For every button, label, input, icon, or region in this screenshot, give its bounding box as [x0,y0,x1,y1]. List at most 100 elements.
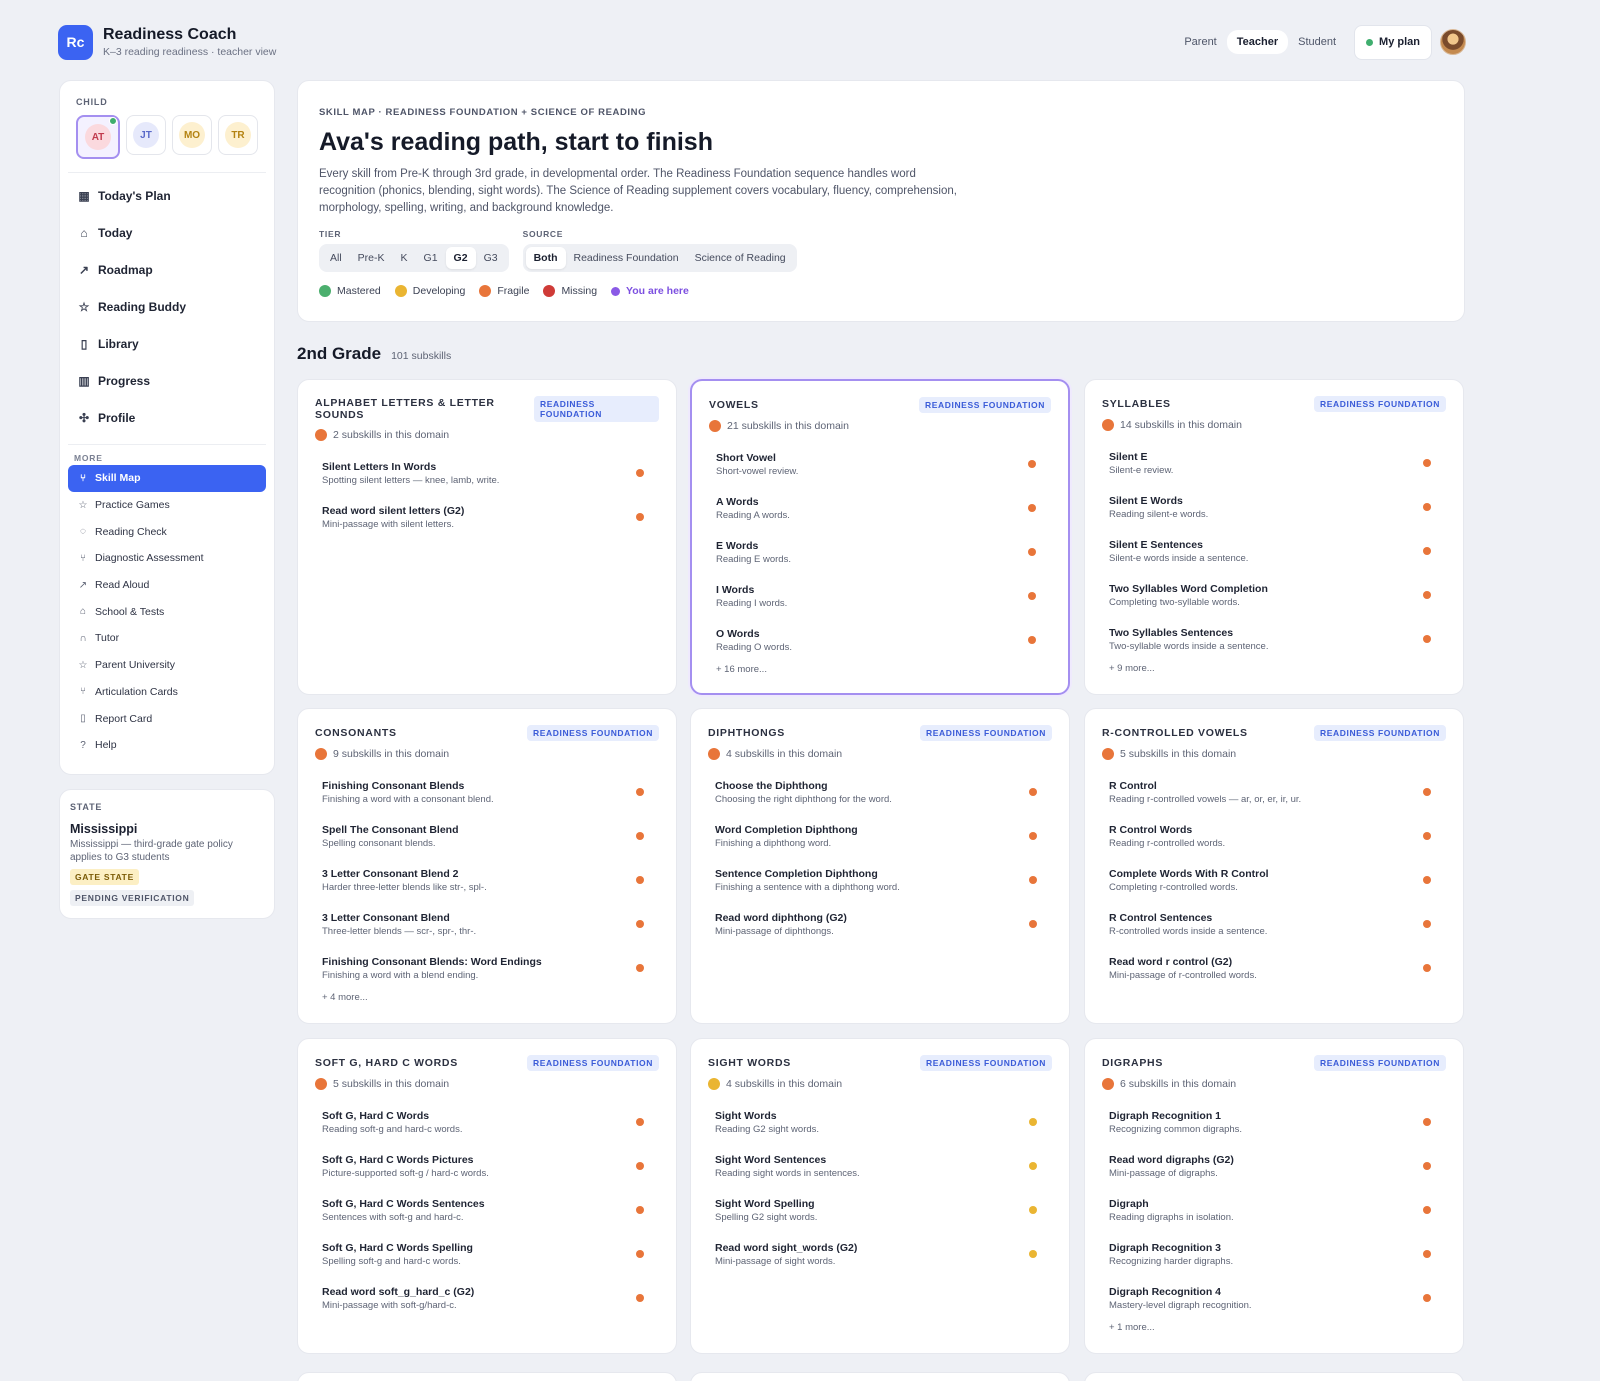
my-plan-button[interactable]: My plan [1354,24,1432,60]
sidebar-item-practice-games[interactable]: ☆ Practice Games [68,492,266,519]
tier-option-k[interactable]: K [393,247,416,269]
domain-card-digraphs[interactable]: DIGRAPHS READINESS FOUNDATION 6 subskills … [1084,1038,1464,1354]
sidebar-item-today[interactable]: ⌂ Today [68,214,266,251]
domain-card-soft-g-hard-c-words[interactable]: SOFT G, HARD C WORDS READINESS FOUNDATION… [297,1038,677,1354]
subskill-item[interactable]: 3 Letter Consonant Blend Three-letter ble… [315,902,659,946]
domain-card-r-controlled-vowels[interactable]: R-CONTROLLED VOWELS READINESS FOUNDATION 5… [1084,708,1464,1024]
subskill-item[interactable]: R Control Sentences R-controlled words in… [1102,902,1446,946]
tier-option-g1[interactable]: G1 [416,247,446,269]
sidebar-item-diagnostic-assessment[interactable]: ⑂ Diagnostic Assessment [68,545,266,572]
sidebar-item-reading-buddy[interactable]: ☆ Reading Buddy [68,288,266,325]
sidebar-item-library[interactable]: ▯ Library [68,325,266,362]
subskill-item[interactable]: Digraph Reading digraphs in isolation. [1102,1188,1446,1232]
subskill-item[interactable]: Digraph Recognition 3 Recognizing harder … [1102,1232,1446,1276]
sidebar-item-roadmap[interactable]: ↗ Roadmap [68,251,266,288]
sidebar-item-report-card[interactable]: ▯ Report Card [68,705,266,732]
tier-option-g2[interactable]: G2 [445,247,476,269]
sidebar-item-reading-check[interactable]: ◌ Reading Check [68,518,266,545]
subskill-item[interactable]: E Words Reading E words. [709,530,1051,574]
subskill-item[interactable]: Soft G, Hard C Words Spelling Spelling so… [315,1232,659,1276]
source-option-readiness-foundation[interactable]: Readiness Foundation [566,247,687,269]
sidebar-item-tutor[interactable]: ∩ Tutor [68,625,266,652]
subskill-description: Silent-e words inside a sentence. [1109,552,1249,564]
sidebar-item-profile[interactable]: ✣ Profile [68,399,266,436]
source-option-science-of-reading[interactable]: Science of Reading [687,247,794,269]
subskill-item[interactable]: Two Syllables Word Completion Completing … [1102,573,1446,617]
subskill-item[interactable]: Sight Words Reading G2 sight words. [708,1100,1052,1144]
role-tab-student[interactable]: Student [1288,30,1346,54]
subskill-item[interactable]: Spell The Consonant Blend Spelling conson… [315,814,659,858]
subskill-item[interactable]: Read word digraphs (G2) Mini-passage of d… [1102,1144,1446,1188]
subskill-item[interactable]: Read word sight_words (G2) Mini-passage o… [708,1232,1052,1276]
more-subskills-link[interactable]: + 4 more... [315,992,659,1003]
subskill-item[interactable]: Soft G, Hard C Words Reading soft-g and h… [315,1100,659,1144]
subskill-item[interactable]: Digraph Recognition 4 Mastery-level digra… [1102,1276,1446,1320]
source-badge: READINESS FOUNDATION [1314,1055,1446,1071]
more-subskills-link[interactable]: + 1 more... [1102,1322,1446,1333]
child-avatar-at[interactable]: AT [76,115,120,159]
sidebar-item-school-tests[interactable]: ⌂ School & Tests [68,598,266,625]
subskill-item[interactable]: Finishing Consonant Blends Finishing a wo… [315,770,659,814]
app-logo[interactable]: Rc [58,24,93,60]
tier-option-pre-k[interactable]: Pre-K [350,247,393,269]
sidebar-item-read-aloud[interactable]: ↗ Read Aloud [68,572,266,599]
tier-option-all[interactable]: All [322,247,350,269]
subskill-item[interactable]: Silent Letters In Words Spotting silent l… [315,451,659,495]
subskill-item[interactable]: Complete Words With R Control Completing … [1102,858,1446,902]
more-subskills-link[interactable]: + 16 more... [709,664,1051,675]
subskill-item[interactable]: Silent E Words Reading silent-e words. [1102,485,1446,529]
subskill-name: 3 Letter Consonant Blend [322,911,450,924]
subskill-item[interactable]: Sight Word Spelling Spelling G2 sight wor… [708,1188,1052,1232]
subskill-item[interactable]: Read word soft_g_hard_c (G2) Mini-passage… [315,1276,659,1320]
subskill-item[interactable]: Finishing Consonant Blends: Word Endings… [315,946,659,990]
subskill-item[interactable]: Choose the Diphthong Choosing the right d… [708,770,1052,814]
subskill-item[interactable]: Read word silent letters (G2) Mini-passag… [315,495,659,539]
sidebar-item-help[interactable]: ? Help [68,732,266,759]
child-avatar-tr[interactable]: TR [218,115,258,155]
subskill-item[interactable]: Silent E Silent-e review. [1102,441,1446,485]
more-subskills-link[interactable]: + 9 more... [1102,663,1446,674]
subskill-item[interactable]: Short Vowel Short-vowel review. [709,442,1051,486]
sidebar-item-skill-map[interactable]: ⑂ Skill Map [68,465,266,492]
subskill-item[interactable]: Word Completion Diphthong Finishing a dip… [708,814,1052,858]
domain-card-diphthongs[interactable]: DIPHTHONGS READINESS FOUNDATION 4 subskill… [690,708,1070,1024]
sidebar-item-progress[interactable]: ▥ Progress [68,362,266,399]
sidebar-item-parent-university[interactable]: ☆ Parent University [68,652,266,679]
subskill-item[interactable]: R Control Reading r-controlled vowels — a… [1102,770,1446,814]
subskill-item[interactable]: Digraph Recognition 1 Recognizing common … [1102,1100,1446,1144]
child-avatar-jt[interactable]: JT [126,115,166,155]
domain-card-header: SYLLABLES READINESS FOUNDATION [1102,396,1446,412]
subskill-item[interactable]: Sight Word Sentences Reading sight words … [708,1144,1052,1188]
sidebar-item-label: Help [95,739,117,752]
subskill-item[interactable]: Read word diphthong (G2) Mini-passage of … [708,902,1052,946]
subskill-item[interactable]: Soft G, Hard C Words Pictures Picture-sup… [315,1144,659,1188]
subskill-item[interactable]: 3 Letter Consonant Blend 2 Harder three-l… [315,858,659,902]
role-tab-parent[interactable]: Parent [1174,30,1226,54]
subskill-item[interactable]: O Words Reading O words. [709,618,1051,662]
subskill-description: Reading A words. [716,509,790,521]
domain-card-alphabet-letters-letter-sounds[interactable]: ALPHABET LETTERS & LETTER SOUNDS READINES… [297,379,677,695]
subskill-item[interactable]: Sentence Completion Diphthong Finishing a… [708,858,1052,902]
user-avatar[interactable] [1440,29,1466,55]
subskill-item[interactable]: Two Syllables Sentences Two-syllable word… [1102,617,1446,661]
role-tab-teacher[interactable]: Teacher [1226,30,1289,54]
subskill-item[interactable]: I Words Reading I words. [709,574,1051,618]
source-option-both[interactable]: Both [525,247,566,269]
domain-card-syllables[interactable]: SYLLABLES READINESS FOUNDATION 14 subskill… [1084,379,1464,695]
child-avatar-mo[interactable]: MO [172,115,212,155]
domain-card-consonants[interactable]: CONSONANTS READINESS FOUNDATION 9 subskill… [297,708,677,1024]
domain-card-sight-words[interactable]: SIGHT WORDS READINESS FOUNDATION 4 subskil… [690,1038,1070,1354]
subskill-item[interactable]: Soft G, Hard C Words Sentences Sentences … [315,1188,659,1232]
subskill-item[interactable]: A Words Reading A words. [709,486,1051,530]
domain-card-vowels[interactable]: VOWELS READINESS FOUNDATION 21 subskills i… [690,379,1070,695]
sidebar-item-label: Skill Map [95,472,141,485]
subskill-item[interactable]: Read word r control (G2) Mini-passage of … [1102,946,1446,990]
subskill-text: Digraph Recognition 1 Recognizing common … [1109,1110,1423,1135]
subskill-text: Word Completion Diphthong Finishing a dip… [715,824,1029,849]
sidebar-item-articulation-cards[interactable]: ⑂ Articulation Cards [68,679,266,706]
tier-option-g3[interactable]: G3 [476,247,506,269]
subskill-item[interactable]: Silent E Sentences Silent-e words inside … [1102,529,1446,573]
subskill-item[interactable]: R Control Words Reading r-controlled word… [1102,814,1446,858]
sidebar-item-today-s-plan[interactable]: ▦ Today's Plan [68,177,266,214]
more-label: MORE [74,453,103,463]
